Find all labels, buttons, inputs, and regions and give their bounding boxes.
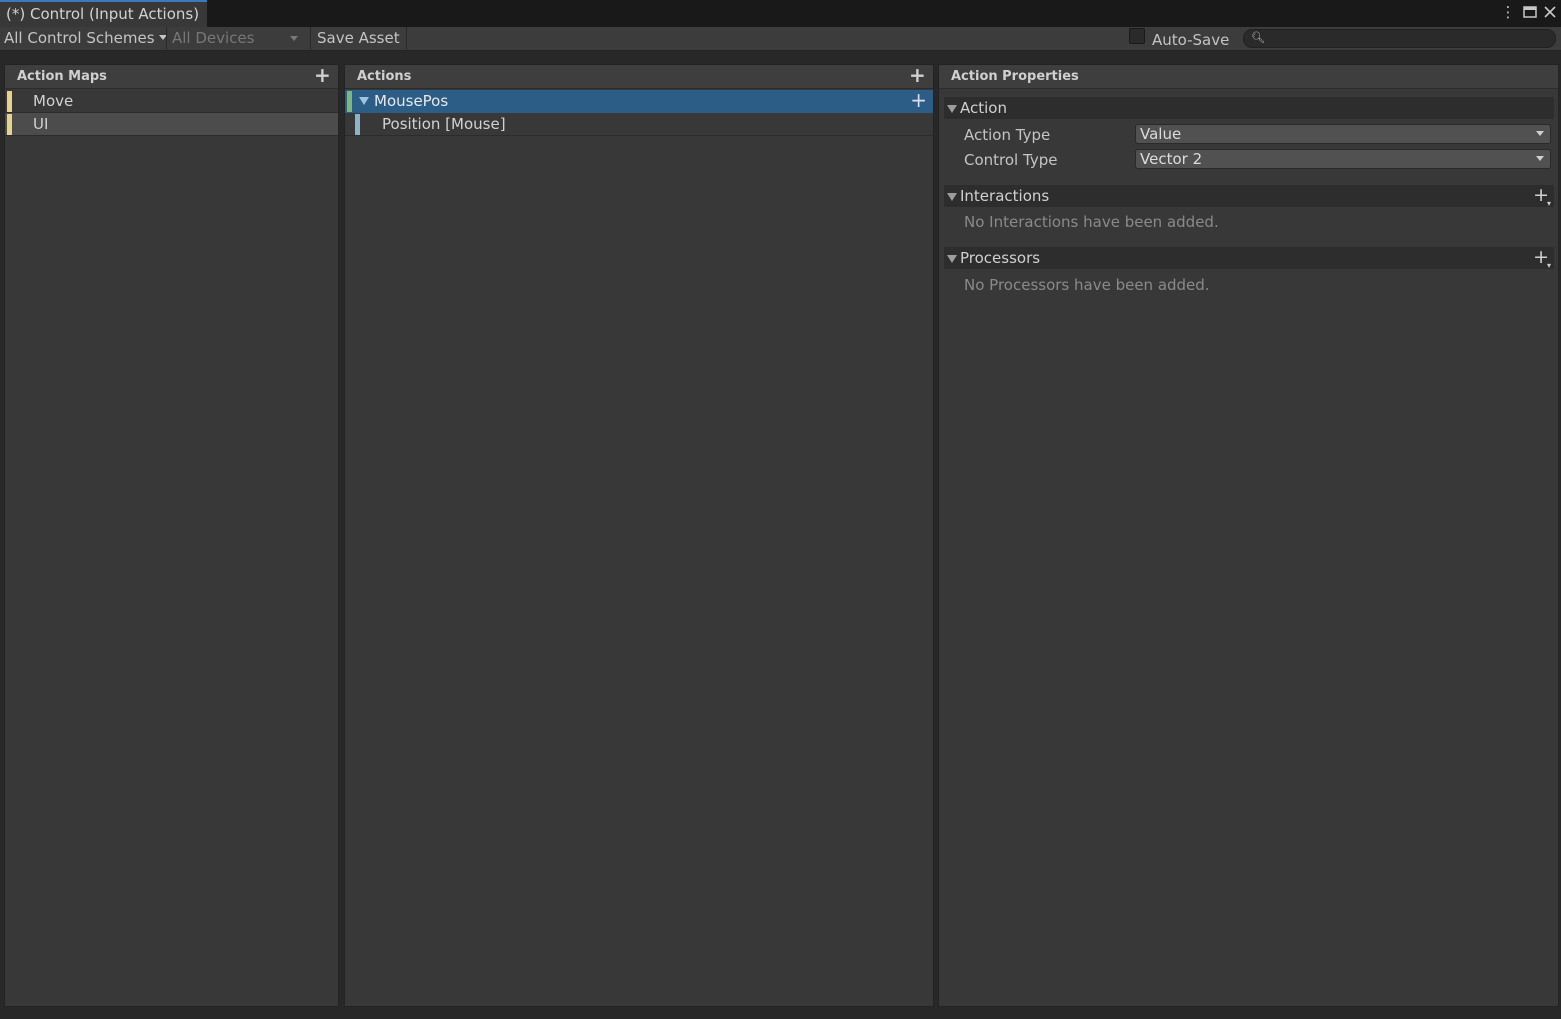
- auto-save-checkbox[interactable]: [1129, 28, 1145, 44]
- close-icon[interactable]: [1541, 3, 1559, 21]
- action-map-color-bar: [7, 91, 12, 112]
- auto-save-label: Auto-Save: [1152, 31, 1230, 49]
- more-options-icon[interactable]: ⋮: [1499, 3, 1517, 21]
- control-type-value: Vector 2: [1140, 150, 1203, 168]
- control-type-dropdown[interactable]: Vector 2: [1135, 149, 1551, 169]
- processors-section-title: Processors: [960, 249, 1041, 267]
- toolbar: All Control Schemes All Devices Save Ass…: [0, 27, 1561, 51]
- save-asset-button[interactable]: Save Asset: [317, 27, 403, 51]
- processors-empty-note: No Processors have been added.: [964, 276, 1210, 294]
- actions-header: Actions +: [345, 65, 933, 89]
- chevron-down-icon: [290, 36, 298, 41]
- action-item-selected[interactable]: MousePos +: [345, 89, 933, 113]
- action-properties-header: Action Properties: [939, 65, 1558, 89]
- action-map-color-bar: [7, 114, 12, 135]
- interactions-empty-note: No Interactions have been added.: [964, 213, 1219, 231]
- binding-item[interactable]: Position [Mouse]: [345, 113, 933, 136]
- action-maps-header: Action Maps +: [5, 65, 338, 89]
- devices-dropdown[interactable]: All Devices: [172, 27, 304, 51]
- tab-strip: (*) Control (Input Actions) ⋮: [0, 0, 1561, 27]
- interactions-section-header[interactable]: Interactions + ▾: [944, 185, 1554, 208]
- devices-label: All Devices: [172, 29, 255, 47]
- expand-triangle-icon[interactable]: [359, 97, 369, 105]
- save-asset-label: Save Asset: [317, 29, 400, 47]
- action-label: MousePos: [374, 92, 449, 110]
- input-actions-window: (*) Control (Input Actions) ⋮ All Contro…: [0, 0, 1561, 1019]
- action-map-label: Move: [33, 92, 74, 110]
- window-tab[interactable]: (*) Control (Input Actions): [0, 0, 207, 27]
- action-type-label: Action Type: [964, 126, 1051, 144]
- add-interaction-button[interactable]: + ▾: [1533, 185, 1551, 208]
- chevron-down-icon: [1536, 156, 1544, 161]
- add-binding-icon[interactable]: +: [910, 89, 927, 111]
- action-section-header[interactable]: Action: [944, 97, 1554, 119]
- actions-panel: Actions + MousePos + Position [Mouse]: [344, 64, 934, 1007]
- action-maps-panel: Action Maps + Move UI: [4, 64, 339, 1007]
- interactions-section-title: Interactions: [960, 187, 1050, 205]
- processors-section-header[interactable]: Processors + ▾: [944, 247, 1554, 270]
- foldout-triangle-icon: [947, 193, 957, 201]
- add-action-map-button[interactable]: +: [314, 65, 331, 87]
- action-map-item-selected[interactable]: UI: [5, 113, 338, 136]
- action-maps-title: Action Maps: [17, 69, 107, 84]
- action-map-label: UI: [33, 115, 49, 133]
- search-input[interactable]: 🔍︎: [1243, 29, 1556, 48]
- foldout-triangle-icon: [947, 255, 957, 263]
- actions-title: Actions: [357, 69, 412, 84]
- action-type-dropdown[interactable]: Value: [1135, 124, 1551, 144]
- window-tab-title: (*) Control (Input Actions): [6, 5, 200, 23]
- binding-label: Position [Mouse]: [382, 115, 506, 133]
- action-map-item[interactable]: Move: [5, 90, 338, 113]
- control-type-label: Control Type: [964, 151, 1058, 169]
- maximize-icon[interactable]: [1521, 3, 1539, 21]
- add-action-button[interactable]: +: [909, 65, 926, 87]
- action-properties-title: Action Properties: [951, 69, 1079, 84]
- foldout-triangle-icon: [947, 105, 957, 113]
- search-icon: 🔍︎: [1251, 31, 1265, 44]
- action-type-value: Value: [1140, 125, 1182, 143]
- control-schemes-label: All Control Schemes: [4, 29, 155, 47]
- action-section-title: Action: [960, 99, 1007, 117]
- action-color-bar: [347, 91, 352, 112]
- chevron-down-icon: [1536, 131, 1544, 136]
- action-properties-panel: Action Properties Action Action Type Val…: [938, 64, 1559, 1007]
- binding-color-bar: [355, 114, 360, 135]
- add-processor-button[interactable]: + ▾: [1533, 247, 1551, 270]
- control-schemes-dropdown[interactable]: All Control Schemes: [4, 27, 167, 51]
